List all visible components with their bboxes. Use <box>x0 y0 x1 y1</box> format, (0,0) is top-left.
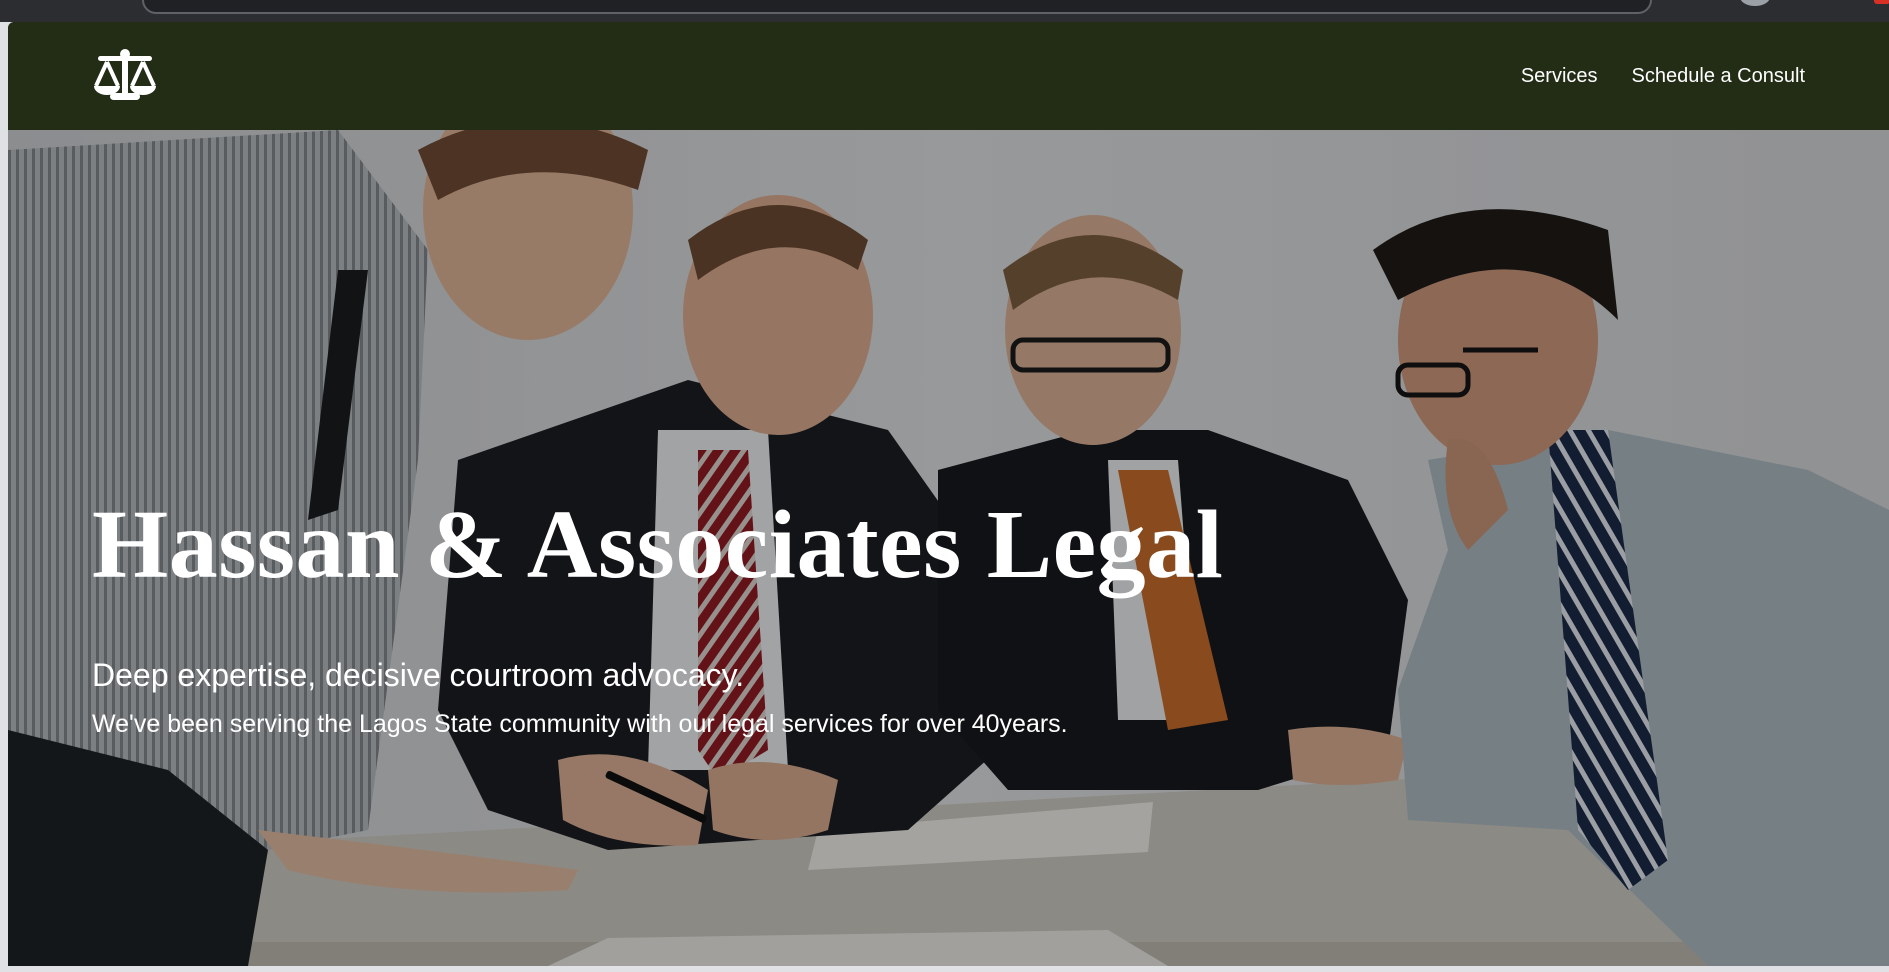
hero-description: We've been serving the Lagos State commu… <box>92 710 1068 739</box>
browser-extension-icon[interactable] <box>1874 0 1889 4</box>
nav-links: Services Schedule a Consult <box>1521 22 1805 130</box>
hero-section: Hassan & Associates Legal Deep expertise… <box>8 130 1889 966</box>
hero-content: Hassan & Associates Legal Deep expertise… <box>92 491 1224 745</box>
nav-link-schedule-consult[interactable]: Schedule a Consult <box>1632 65 1805 88</box>
hero-title: Hassan & Associates Legal <box>92 491 1224 599</box>
hero-tagline: Deep expertise, decisive courtroom advoc… <box>92 656 745 693</box>
nav-link-services[interactable]: Services <box>1521 65 1598 88</box>
browser-profile-avatar[interactable] <box>1740 0 1770 6</box>
browser-address-bar[interactable] <box>142 0 1652 14</box>
scales-of-justice-icon[interactable] <box>92 48 158 104</box>
webpage: Services Schedule a Consult Hassan & Ass… <box>8 22 1889 966</box>
navbar: Services Schedule a Consult <box>8 22 1889 130</box>
browser-chrome <box>0 0 1889 22</box>
